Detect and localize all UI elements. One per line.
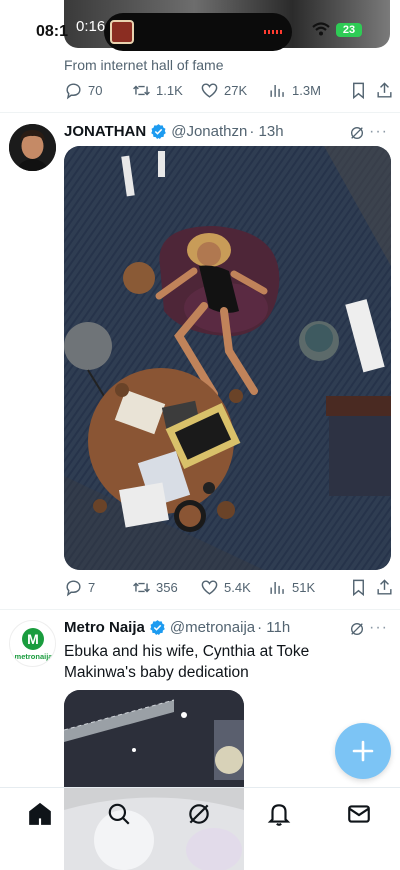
handle[interactable]: @Jonathzn <box>171 123 247 140</box>
tweet-header: Metro Naija @metronaija · 11h <box>64 619 290 636</box>
share-icon <box>376 578 392 595</box>
share-icon <box>376 81 392 98</box>
reply-icon <box>66 579 81 596</box>
nav-home[interactable] <box>27 801 53 827</box>
like-button[interactable]: 5.4K <box>200 578 268 597</box>
tweet-photo[interactable] <box>64 146 391 570</box>
battery-indicator: 23 <box>336 23 362 37</box>
views-button[interactable]: 51K <box>268 578 342 597</box>
home-icon <box>29 802 51 825</box>
views-count: 1.3M <box>292 82 321 98</box>
live-activity-thumbnail <box>110 20 134 44</box>
display-name[interactable]: Metro Naija <box>64 619 145 636</box>
nav-notifications[interactable] <box>266 801 292 827</box>
nav-grok[interactable] <box>186 801 212 827</box>
like-button[interactable]: 27K <box>200 81 268 100</box>
bookmark-button[interactable] <box>342 578 374 597</box>
display-name[interactable]: JONATHAN <box>64 123 146 140</box>
like-count: 5.4K <box>224 579 251 595</box>
reply-button[interactable]: 70 <box>64 81 132 100</box>
avatar-metronaija[interactable]: M metronaija <box>9 620 56 667</box>
wifi-icon <box>312 22 330 36</box>
verified-badge-icon <box>150 620 165 636</box>
reply-button[interactable]: 7 <box>64 578 132 597</box>
plus-icon <box>352 740 374 762</box>
reply-icon <box>66 82 81 99</box>
reply-count: 70 <box>88 82 103 98</box>
retweet-button[interactable]: 1.1K <box>132 81 200 100</box>
timestamp: · 11h <box>257 619 291 636</box>
status-bar: 08:1 0:16 23 <box>0 0 400 51</box>
compose-tweet-button[interactable] <box>335 723 391 779</box>
views-icon <box>270 84 284 97</box>
heart-icon <box>201 579 218 595</box>
grok-icon[interactable] <box>349 125 365 141</box>
live-activity-time: 0:16 <box>76 18 106 35</box>
share-button[interactable] <box>374 578 394 597</box>
retweet-icon <box>133 582 150 592</box>
avatar-portrait <box>9 124 56 171</box>
recording-indicator <box>264 30 284 34</box>
retweet-count: 1.1K <box>156 82 183 98</box>
bottom-navigation <box>0 787 400 870</box>
views-button[interactable]: 1.3M <box>268 81 342 100</box>
like-count: 27K <box>224 82 248 98</box>
handle[interactable]: @metronaija <box>170 619 255 636</box>
more-options-button[interactable]: ··· <box>369 619 388 637</box>
messages-icon <box>348 805 370 823</box>
feed-divider <box>0 112 400 113</box>
verified-badge-icon <box>151 124 167 140</box>
nav-search[interactable] <box>106 801 132 827</box>
grok-icon[interactable] <box>349 621 365 637</box>
status-time: 08:1 <box>36 23 69 40</box>
heart-icon <box>201 82 218 98</box>
nav-messages[interactable] <box>346 801 372 827</box>
tweet-header: JONATHAN @Jonathzn · 13h <box>64 123 284 140</box>
more-options-button[interactable]: ··· <box>369 123 388 141</box>
share-button[interactable] <box>374 81 394 100</box>
views-count: 51K <box>292 579 316 595</box>
previous-tweet-caption: From internet hall of fame <box>64 57 224 73</box>
notifications-icon <box>267 804 291 826</box>
bookmark-button[interactable] <box>342 81 374 100</box>
previous-tweet-actions: 70 1.1K 27K 1.3M <box>64 79 394 101</box>
retweet-count: 356 <box>156 579 178 595</box>
retweet-button[interactable]: 356 <box>132 578 200 597</box>
retweet-icon <box>133 85 150 95</box>
tweet-actions: 7 356 5.4K 51K <box>64 576 394 598</box>
avatar-jonathan[interactable] <box>9 124 56 171</box>
metronaija-logo-mark: M <box>22 628 44 650</box>
photo-illustration <box>64 146 391 570</box>
reply-count: 7 <box>88 579 96 595</box>
grok-icon <box>189 804 209 824</box>
views-icon <box>270 581 284 594</box>
search-icon <box>108 803 130 825</box>
tweet-text: Ebuka and his wife, Cynthia at Toke Maki… <box>64 643 310 681</box>
feed-divider <box>0 609 400 610</box>
bookmark-icon <box>352 579 364 596</box>
bookmark-icon <box>352 82 364 99</box>
metronaija-logo-text: metronaija <box>14 652 53 661</box>
timestamp: · 13h <box>249 123 284 140</box>
